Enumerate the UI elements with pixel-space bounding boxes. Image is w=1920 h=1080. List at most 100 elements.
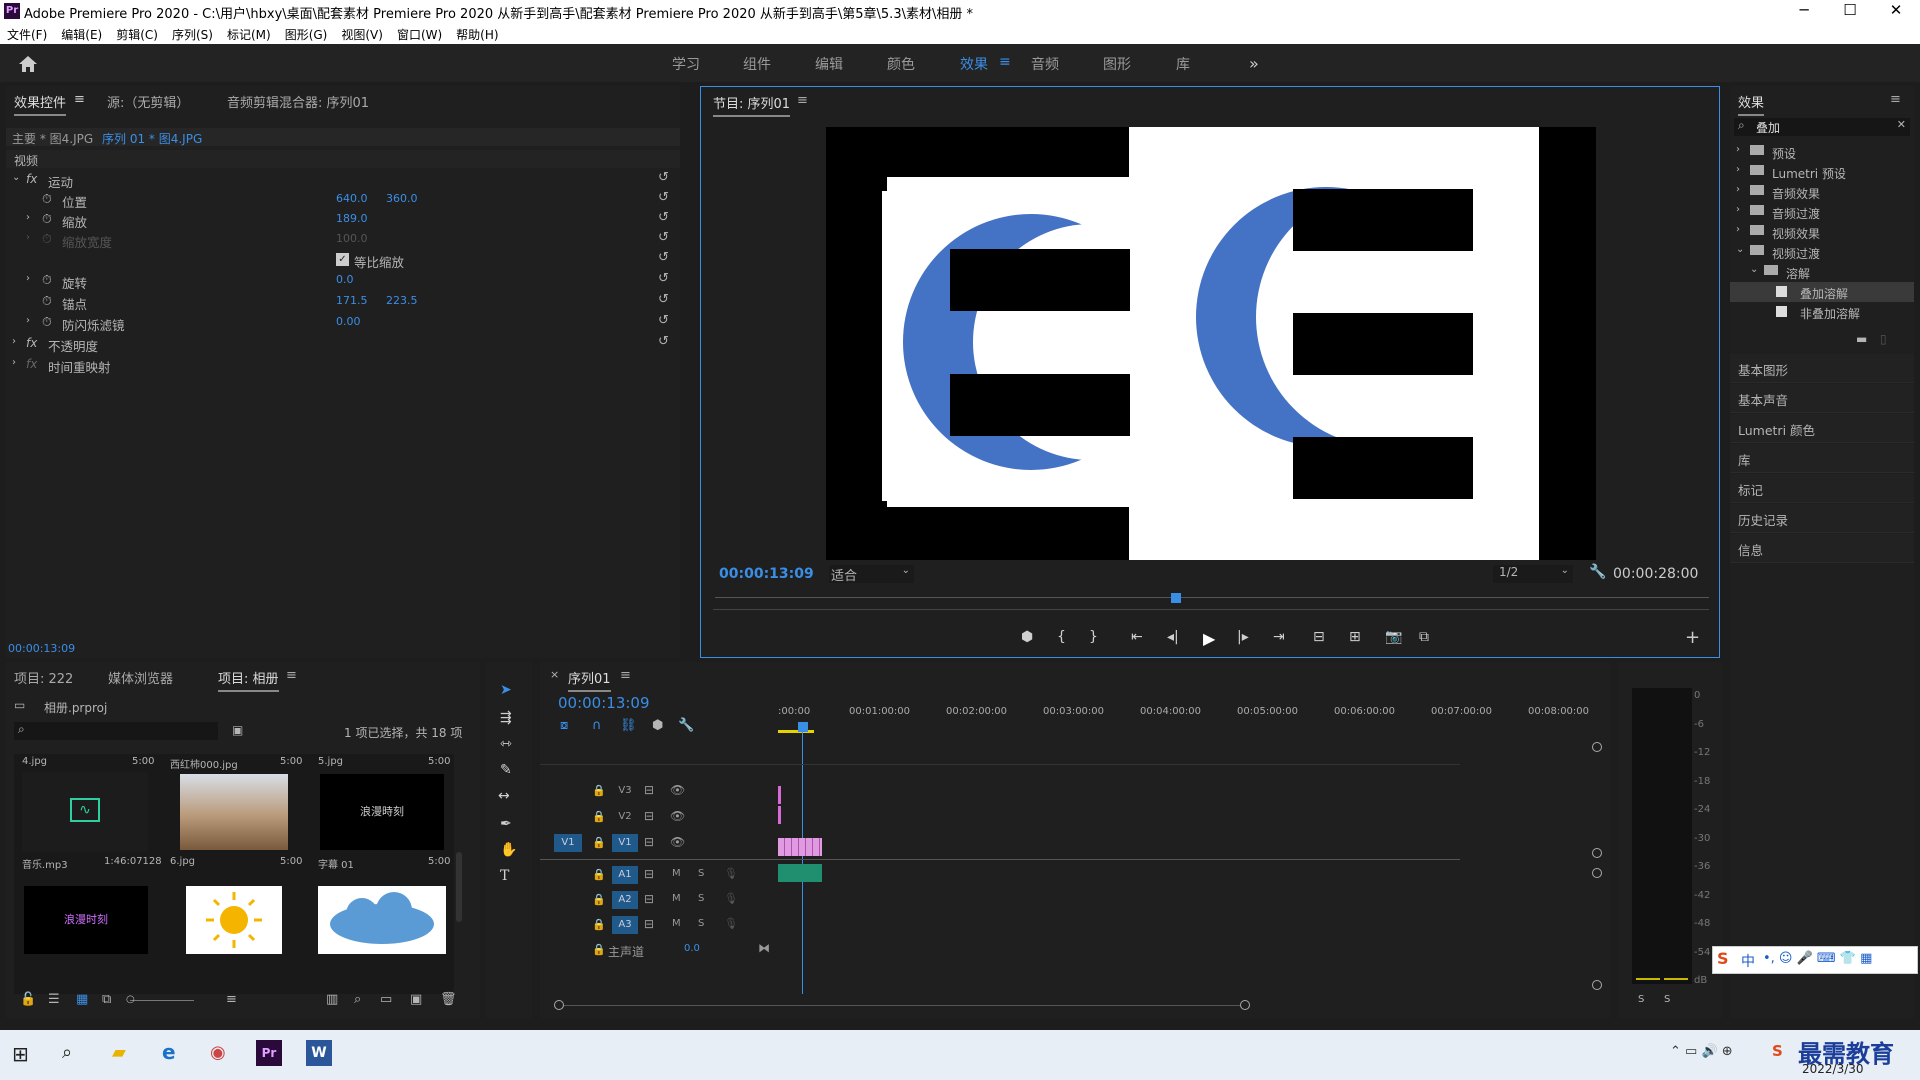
stacked-panel-header[interactable]: 基本声音 <box>1730 384 1914 413</box>
zoom-slider[interactable] <box>130 1000 194 1001</box>
effects-search-input[interactable]: 叠加 <box>1756 119 1780 136</box>
mark-out-button[interactable]: } <box>1089 629 1098 645</box>
snap-magnet-icon[interactable]: ∩ <box>592 718 602 733</box>
edge-icon[interactable]: e <box>162 1040 176 1064</box>
effects-tree-item[interactable]: › Lumetri 预设 <box>1730 162 1914 182</box>
reset-icon[interactable]: ↺ <box>658 334 669 349</box>
project-item[interactable]: 西红柿000.jpg 5:00 6.jpg 5:00 <box>162 754 302 874</box>
lock-icon[interactable]: 🔒 <box>592 868 606 881</box>
menu-markers[interactable]: 标记(M) <box>220 22 278 43</box>
effects-panel-menu[interactable]: ≡ <box>1890 92 1901 107</box>
lift-button[interactable]: ⊟ <box>1313 629 1325 645</box>
video-track-header[interactable]: 🔒 V2 ⊟ 👁 <box>540 806 780 828</box>
sequence-clip-label[interactable]: 序列 01 * 图4.JPG <box>102 130 202 147</box>
menu-file[interactable]: 文件(F) <box>0 22 54 43</box>
effects-search-box[interactable]: ⌕ 叠加 ✕ <box>1734 118 1910 136</box>
position-x-value[interactable]: 640.0 <box>336 192 368 205</box>
clear-search-icon[interactable]: ✕ <box>1897 118 1906 131</box>
new-bin-icon[interactable]: ▭ <box>380 992 392 1007</box>
delete-icon[interactable]: ▯ <box>1880 332 1887 346</box>
camera-icon[interactable]: 📷 <box>1385 629 1402 645</box>
tab-project-album[interactable]: 项目: 相册 <box>218 668 279 692</box>
add-marker-icon[interactable]: ⬢ <box>652 718 663 733</box>
selection-tool-icon[interactable]: ➤ <box>500 682 512 698</box>
menu-sequence[interactable]: 序列(S) <box>165 22 220 43</box>
clip-v1[interactable] <box>778 838 822 856</box>
lock-icon[interactable]: 🔒 <box>592 893 606 906</box>
audio-track-header[interactable]: 🔒 A1 ⊟ M S 🎙 <box>540 864 780 886</box>
project-scrollbar[interactable] <box>456 852 462 922</box>
video-track-header[interactable]: V1 🔒 V1 ⊟ 👁 <box>540 832 780 854</box>
microphone-icon[interactable]: 🎙 <box>724 917 738 930</box>
play-button[interactable]: ▶ <box>1203 629 1215 648</box>
menu-graphics[interactable]: 图形(G) <box>278 22 335 43</box>
audio-vscroll-handle[interactable] <box>1592 868 1602 878</box>
reset-icon[interactable]: ↺ <box>658 250 669 265</box>
extract-button[interactable]: ⊞ <box>1349 629 1361 645</box>
project-search-input[interactable]: ⌕ <box>14 722 218 740</box>
sync-lock-icon[interactable]: ⊟ <box>644 917 654 931</box>
ime-chinese-mode[interactable]: 中 <box>1741 951 1755 971</box>
program-ruler[interactable] <box>715 597 1709 598</box>
audio-vscroll-handle[interactable] <box>1592 980 1602 990</box>
button-editor-button[interactable]: + <box>1685 627 1700 648</box>
scroll-end-handle[interactable] <box>1240 1000 1250 1010</box>
anchor-x-value[interactable]: 171.5 <box>336 294 368 307</box>
go-to-edit-icon[interactable]: ⧓ <box>758 941 770 955</box>
time-remap-row[interactable]: › fx 时间重映射 <box>6 355 680 375</box>
mute-button[interactable]: M <box>672 868 681 879</box>
stopwatch-icon[interactable]: ⏱ <box>42 272 52 288</box>
stopwatch-icon[interactable]: ⏱ <box>42 293 52 309</box>
reset-icon[interactable]: ↺ <box>658 230 669 245</box>
scale-value[interactable]: 189.0 <box>336 212 368 225</box>
menu-edit[interactable]: 编辑(E) <box>54 22 109 43</box>
lock-icon[interactable]: 🔒 <box>592 810 606 823</box>
zoom-fit-dropdown[interactable]: 适合 ⌄ <box>829 565 914 584</box>
reset-icon[interactable]: ↺ <box>658 170 669 185</box>
icon-view-icon[interactable]: ▦ <box>76 992 88 1007</box>
eye-icon[interactable]: 👁 <box>670 835 685 849</box>
close-button[interactable]: ✕ <box>1876 1 1916 19</box>
workspace-libraries[interactable]: 库 <box>1176 54 1190 74</box>
effects-tree-item[interactable]: ⌄ 溶解 <box>1730 262 1914 282</box>
scroll-start-handle[interactable] <box>554 1000 564 1010</box>
tab-effect-controls-menu[interactable]: ≡ <box>74 92 85 107</box>
audio-track-header[interactable]: 🔒 A3 ⊟ M S 🎙 <box>540 914 780 936</box>
master-track-value[interactable]: 0.0 <box>684 943 700 954</box>
close-sequence-icon[interactable]: × <box>550 668 559 681</box>
rotation-value[interactable]: 0.0 <box>336 273 354 286</box>
stopwatch-icon[interactable]: ⏱ <box>42 314 52 330</box>
effects-tree-item[interactable]: ⌄ 视频过渡 <box>1730 242 1914 262</box>
tab-sequence-01[interactable]: 序列01 <box>568 668 611 692</box>
microphone-icon[interactable]: 🎙 <box>724 867 738 880</box>
opacity-row[interactable]: › fx 不透明度 <box>6 334 680 354</box>
track-name[interactable]: A3 <box>612 916 638 934</box>
source-patch[interactable]: V1 <box>554 834 582 852</box>
maximize-button[interactable]: ☐ <box>1830 1 1870 19</box>
lock-icon[interactable]: 🔒 <box>592 943 606 956</box>
master-track-header[interactable]: 🔒 主声道 0.0 ⧓ <box>540 939 780 961</box>
menu-view[interactable]: 视图(V) <box>334 22 390 43</box>
effects-tree-item[interactable]: 叠加溶解 <box>1730 282 1914 302</box>
file-explorer-icon[interactable]: ▰ <box>112 1042 126 1063</box>
project-item[interactable]: 浪漫时刻 <box>14 882 154 994</box>
tab-source[interactable]: 源:（无剪辑） <box>107 92 189 111</box>
workspace-editing[interactable]: 编辑 <box>815 54 843 74</box>
sync-lock-icon[interactable]: ⊟ <box>644 835 654 849</box>
comparison-view-button[interactable]: ⧉ <box>1419 629 1429 645</box>
track-name[interactable]: A2 <box>612 891 638 909</box>
workspace-effects[interactable]: 效果 <box>960 54 988 74</box>
tab-effect-controls[interactable]: 效果控件 <box>14 92 67 116</box>
new-bin-icon[interactable]: ▬ <box>1856 332 1867 346</box>
resolution-dropdown[interactable]: 1/2 ⌄ <box>1493 565 1573 583</box>
new-item-icon[interactable]: ▣ <box>410 992 422 1007</box>
stacked-panel-header[interactable]: 标记 <box>1730 474 1914 503</box>
zoom-slider-handle[interactable]: ○ <box>126 994 135 1005</box>
program-monitor-title[interactable]: 节目: 序列01 <box>713 93 791 117</box>
effects-tree-item[interactable]: 非叠加溶解 <box>1730 302 1914 322</box>
freeform-view-icon[interactable]: ⧉ <box>102 992 111 1007</box>
effects-tree-item[interactable]: › 音频过渡 <box>1730 202 1914 222</box>
stacked-panel-header[interactable]: 库 <box>1730 444 1914 473</box>
ime-tool-icons[interactable]: •, ☺ 🎤 ⌨ 👕 ▦ <box>1763 951 1872 966</box>
stacked-panel-header[interactable]: 基本图形 <box>1730 354 1914 383</box>
